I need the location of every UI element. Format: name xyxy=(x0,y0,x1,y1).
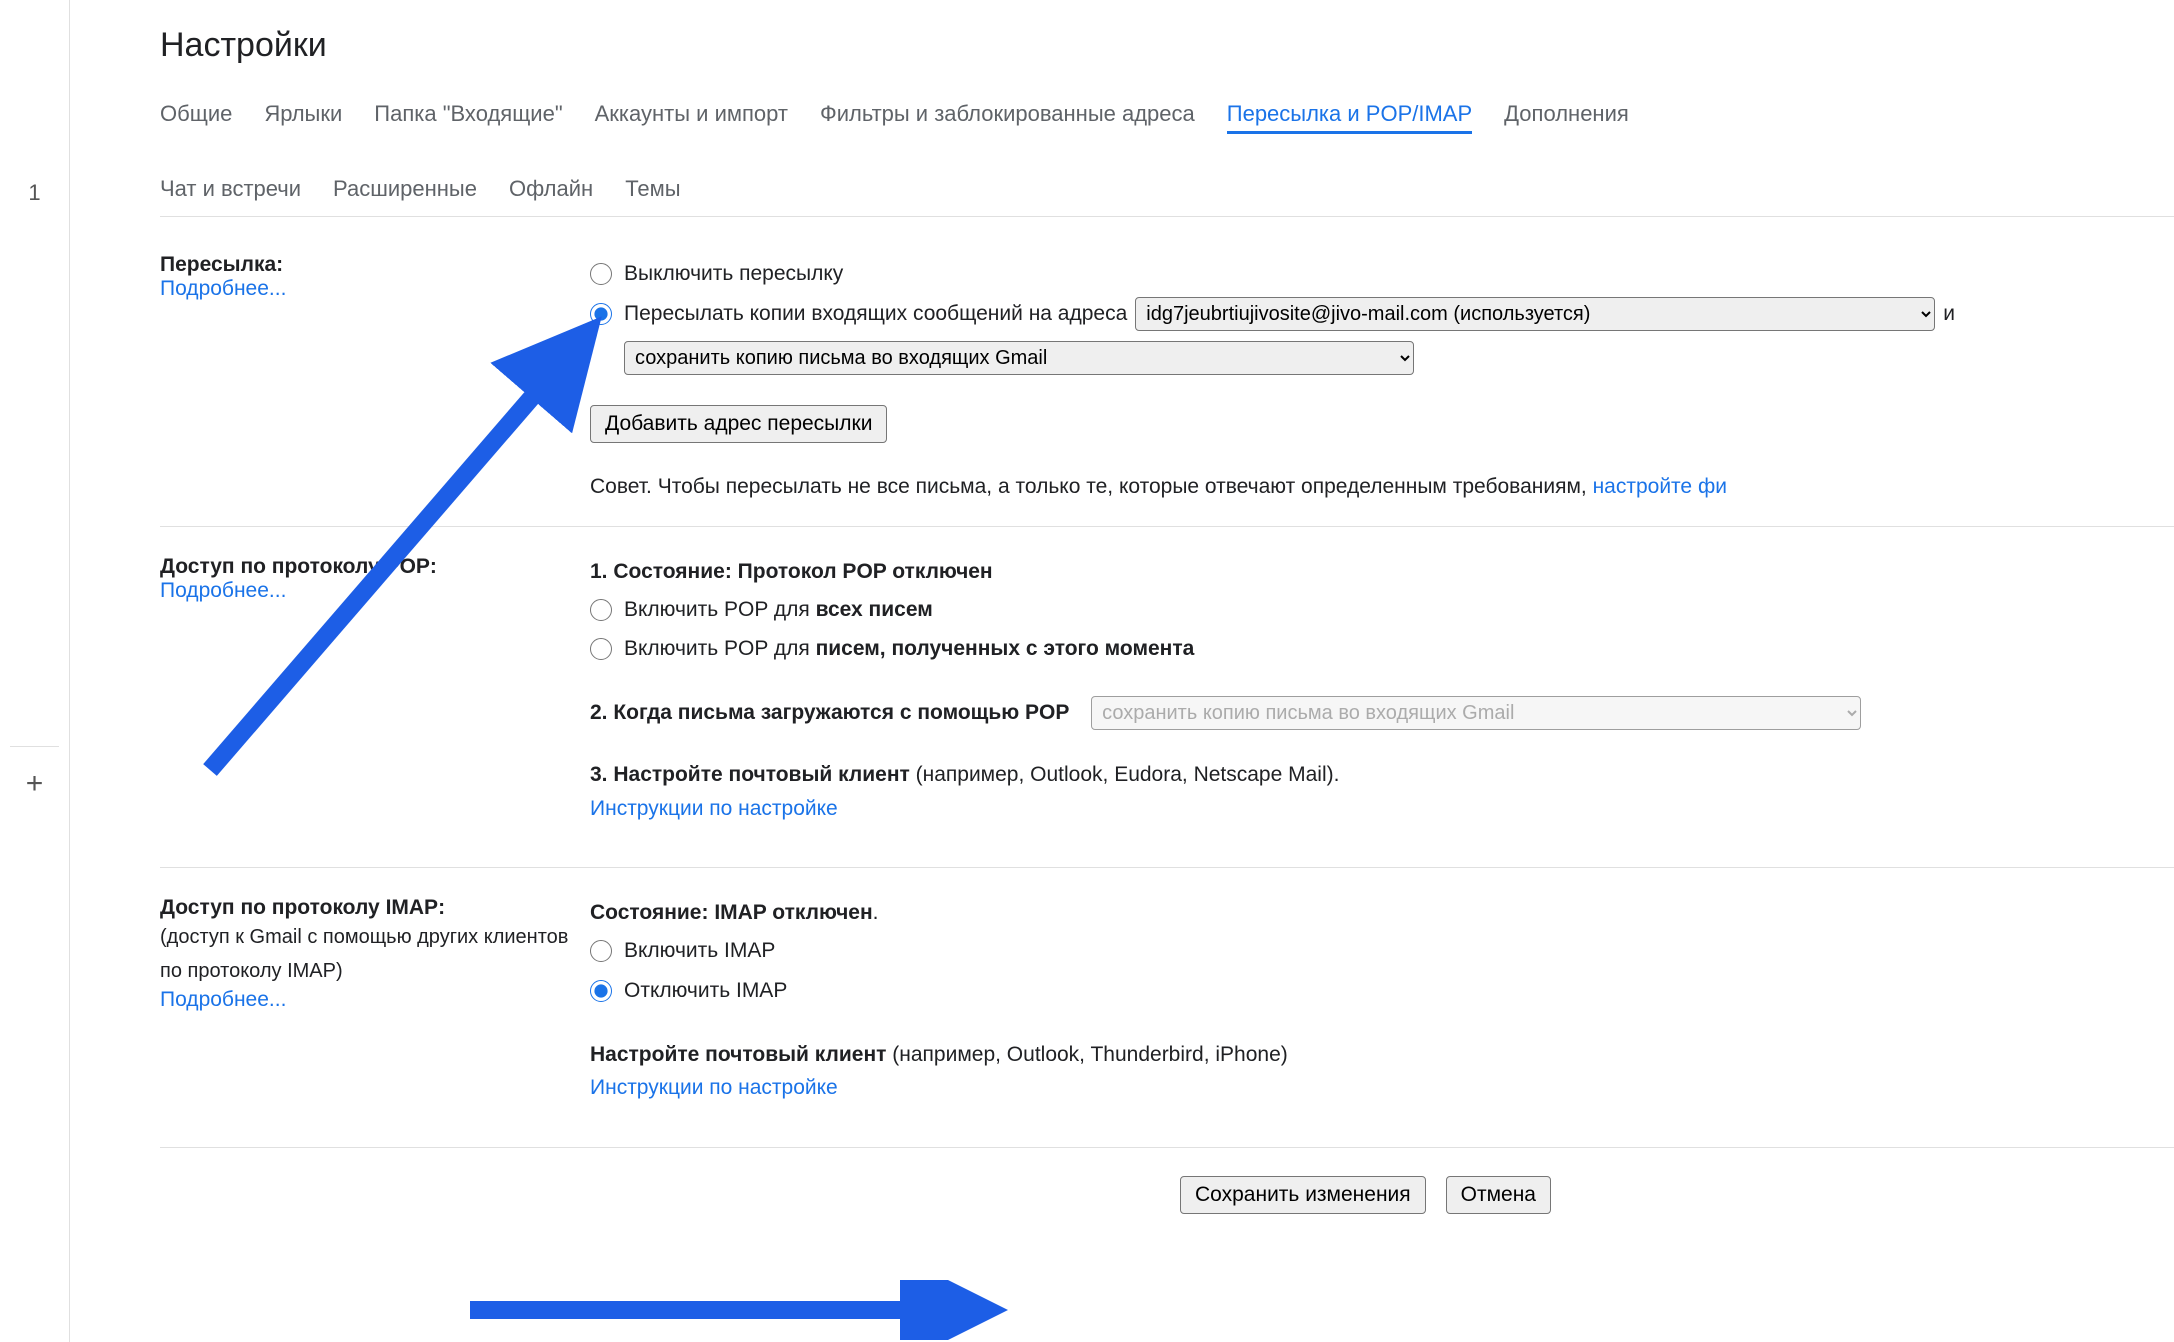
pop-enable-now-label: Включить POP для писем, полученных с это… xyxy=(624,630,1194,668)
tab-r1-6[interactable]: Дополнения xyxy=(1504,91,1629,134)
tab-r1-5[interactable]: Пересылка и POP/IMAP xyxy=(1227,91,1472,134)
tab-r2-1[interactable]: Расширенные xyxy=(333,166,477,206)
cancel-button[interactable]: Отмена xyxy=(1446,1176,1551,1214)
forwarding-and-text: и xyxy=(1943,295,1955,333)
imap-disable-radio[interactable] xyxy=(590,980,612,1002)
tab-r1-1[interactable]: Ярлыки xyxy=(264,91,342,134)
imap-instructions-link[interactable]: Инструкции по настройке xyxy=(590,1076,838,1099)
pop-step3-label: 3. Настройте почтовый клиент xyxy=(590,763,910,786)
section-imap: Доступ по протоколу IMAP: (доступ к Gmai… xyxy=(160,868,2174,1147)
imap-client-body: (например, Outlook, Thunderbird, iPhone) xyxy=(886,1043,1287,1066)
save-button[interactable]: Сохранить изменения xyxy=(1180,1176,1426,1214)
tab-r1-2[interactable]: Папка "Входящие" xyxy=(374,91,562,134)
section-forwarding: Пересылка: Подробнее... Выключить пересы… xyxy=(160,225,2174,527)
imap-learn-more-link[interactable]: Подробнее... xyxy=(160,988,286,1011)
rail-number: 1 xyxy=(0,180,69,206)
pop-instructions-link[interactable]: Инструкции по настройке xyxy=(590,797,838,820)
imap-enable-label: Включить IMAP xyxy=(624,932,775,970)
forwarding-enable-label: Пересылать копии входящих сообщений на а… xyxy=(624,295,1127,333)
imap-status-value: IMAP отключен xyxy=(714,901,872,924)
imap-disable-label: Отключить IMAP xyxy=(624,972,787,1010)
section-pop: Доступ по протоколу POP: Подробнее... 1.… xyxy=(160,527,2174,868)
tab-r2-2[interactable]: Офлайн xyxy=(509,166,593,206)
tab-r1-4[interactable]: Фильтры и заблокированные адреса xyxy=(820,91,1195,134)
forwarding-disable-label: Выключить пересылку xyxy=(624,255,843,293)
pop-action-select: сохранить копию письма во входящих Gmail xyxy=(1091,696,1861,730)
pop-step3-body: (например, Outlook, Eudora, Netscape Mai… xyxy=(910,763,1340,786)
bottom-buttons: Сохранить изменения Отмена xyxy=(160,1148,2174,1216)
imap-enable-radio[interactable] xyxy=(590,940,612,962)
tab-r1-0[interactable]: Общие xyxy=(160,91,232,134)
forwarding-title: Пересылка: xyxy=(160,253,590,277)
pop-step2-label: 2. Когда письма загружаются с помощью PO… xyxy=(590,701,1069,724)
settings-tabs: Общие Ярлыки Папка "Входящие" Аккаунты и им… xyxy=(160,91,2174,217)
tab-r2-3[interactable]: Темы xyxy=(625,166,680,206)
forwarding-enable-radio[interactable] xyxy=(590,303,612,325)
forwarding-tip-link[interactable]: настройте фи xyxy=(1593,475,1727,498)
forwarding-tip: Совет. Чтобы пересылать не все письма, а… xyxy=(590,471,2174,503)
add-forwarding-address-button[interactable]: Добавить адрес пересылки xyxy=(590,405,887,443)
left-rail: 1 + xyxy=(0,0,70,1342)
page-title: Настройки xyxy=(160,0,2174,91)
pop-learn-more-link[interactable]: Подробнее... xyxy=(160,579,286,602)
forwarding-disable-radio[interactable] xyxy=(590,263,612,285)
forwarding-action-select[interactable]: сохранить копию письма во входящих Gmail xyxy=(624,341,1414,375)
pop-enable-all-radio[interactable] xyxy=(590,599,612,621)
pop-title: Доступ по протоколу POP: xyxy=(160,555,590,579)
pop-step1-value: Протокол POP отключен xyxy=(738,560,993,583)
imap-client-label: Настройте почтовый клиент xyxy=(590,1043,886,1066)
pop-step1-label: 1. Состояние: xyxy=(590,560,738,583)
forwarding-learn-more-link[interactable]: Подробнее... xyxy=(160,277,286,300)
imap-status-label: Состояние: xyxy=(590,901,714,924)
tab-r2-0[interactable]: Чат и встречи xyxy=(160,166,301,206)
main: Настройки Общие Ярлыки Папка "Входящие" Акк… xyxy=(70,0,2174,1342)
tab-r1-3[interactable]: Аккаунты и импорт xyxy=(595,91,788,134)
pop-enable-now-radio[interactable] xyxy=(590,638,612,660)
imap-title: Доступ по протоколу IMAP: xyxy=(160,896,590,920)
rail-plus-icon[interactable]: + xyxy=(10,746,59,801)
forwarding-address-select[interactable]: idg7jeubrtiujivosite@jivo-mail.com (испо… xyxy=(1135,297,1935,331)
imap-subtitle: (доступ к Gmail с помощью других клиенто… xyxy=(160,920,590,988)
pop-enable-all-label: Включить POP для всех писем xyxy=(624,591,933,629)
